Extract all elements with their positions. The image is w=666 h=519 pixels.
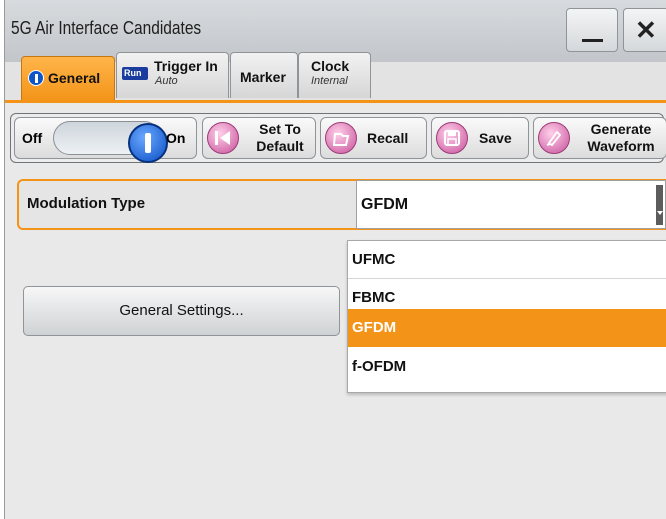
modulation-type-value: GFDM [361, 196, 409, 213]
tab-trigger-in[interactable]: Run Trigger In Auto [116, 52, 229, 98]
toggle-off-label: Off [22, 130, 43, 146]
modulation-type-row: Modulation Type GFDM [17, 179, 666, 230]
toggle-track[interactable] [53, 121, 168, 163]
tab-clock-label: Clock [311, 58, 350, 74]
set-default-line2: Default [256, 138, 304, 154]
option-ufmc[interactable]: UFMC [348, 241, 666, 279]
tab-general[interactable]: General [21, 56, 115, 100]
general-settings-label: General Settings... [119, 302, 244, 319]
window-title: 5G Air Interface Candidates [11, 18, 202, 38]
save-button[interactable]: Save [431, 117, 529, 159]
tab-trigger-in-sub: Auto [155, 75, 178, 87]
dialog-window: 5G Air Interface Candidates ✕ General Ru… [4, 0, 666, 519]
tab-marker-label: Marker [240, 69, 286, 85]
close-icon: ✕ [635, 15, 657, 45]
minimize-button[interactable] [566, 8, 618, 52]
recall-icon [325, 122, 357, 154]
tab-clock-sub: Internal [311, 75, 348, 87]
option-label: f-OFDM [352, 358, 407, 375]
toolbar: Off On Set To Default Recall Save Genera… [10, 113, 666, 163]
toggle-knob[interactable] [128, 123, 168, 163]
tab-marker[interactable]: Marker [230, 52, 298, 98]
generate-waveform-button[interactable]: Generate Waveform [533, 117, 666, 159]
generate-line2: Waveform [587, 138, 655, 154]
on-off-toggle[interactable]: Off On [14, 117, 197, 163]
recall-label: Recall [367, 130, 409, 146]
option-label: GFDM [352, 319, 397, 336]
recall-button[interactable]: Recall [320, 117, 427, 159]
run-icon: Run [122, 67, 148, 80]
tab-clock[interactable]: Clock Internal [298, 52, 371, 98]
set-default-line1: Set To [259, 121, 301, 137]
generate-waveform-icon [538, 122, 570, 154]
option-f-ofdm[interactable]: f-OFDM [348, 348, 666, 386]
info-icon [28, 70, 44, 86]
tab-trigger-in-label: Trigger In [154, 58, 218, 74]
close-button[interactable]: ✕ [623, 8, 666, 52]
save-label: Save [479, 130, 512, 146]
save-icon [436, 122, 468, 154]
tab-general-label: General [48, 70, 101, 86]
option-gfdm[interactable]: GFDM [348, 309, 666, 347]
modulation-type-label: Modulation Type [27, 195, 146, 212]
option-label: UFMC [352, 251, 396, 268]
toggle-on-label: On [166, 130, 186, 146]
modulation-type-select[interactable]: GFDM [356, 180, 666, 229]
minimize-icon [582, 39, 603, 42]
modulation-dropdown-list: UFMC FBMC GFDM f-OFDM [347, 240, 666, 393]
general-settings-button[interactable]: General Settings... [23, 286, 340, 336]
option-label: FBMC [352, 289, 396, 306]
set-to-default-button[interactable]: Set To Default [202, 117, 316, 159]
dropdown-scrollbar[interactable] [656, 185, 663, 225]
set-default-icon [207, 122, 239, 154]
generate-line1: Generate [590, 121, 652, 137]
